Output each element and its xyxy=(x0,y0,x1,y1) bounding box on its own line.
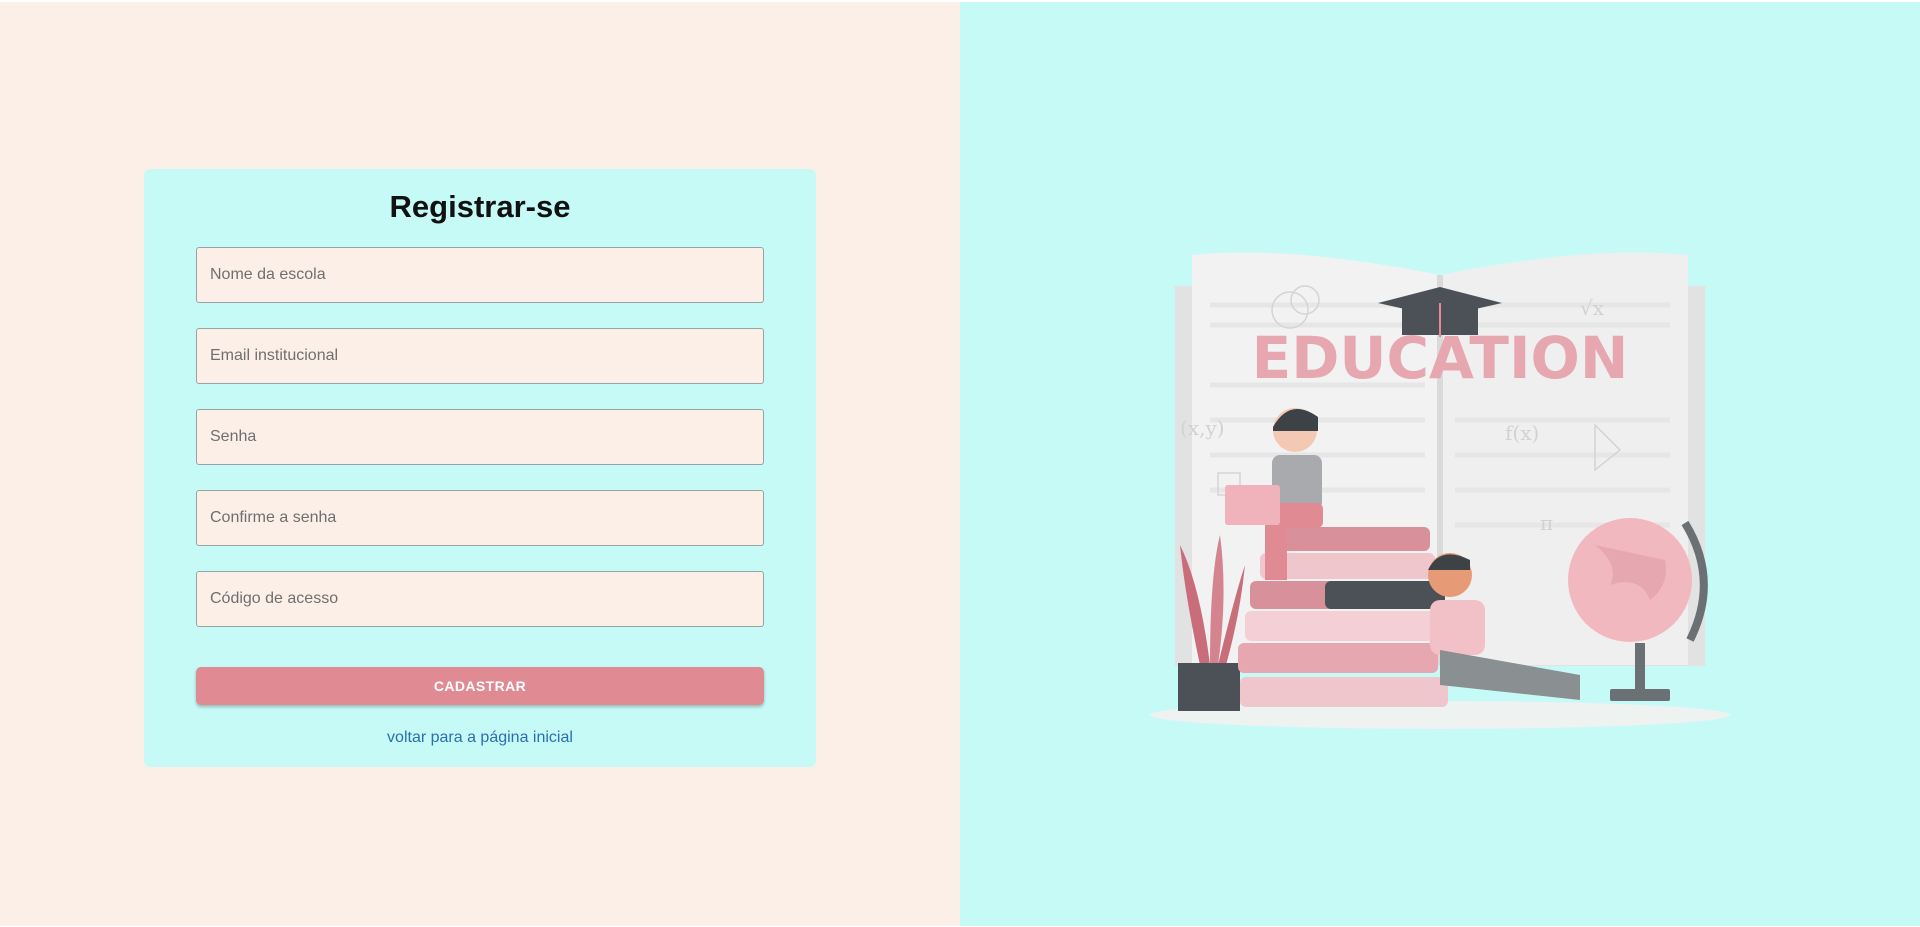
svg-text:(x,y): (x,y) xyxy=(1180,416,1225,440)
register-card: Registrar-se CADASTRAR voltar para a pág… xyxy=(144,169,816,767)
page-title: Registrar-se xyxy=(389,189,571,224)
education-word-art: EDUCATION xyxy=(1252,324,1629,392)
register-button[interactable]: CADASTRAR xyxy=(196,667,764,705)
password-input[interactable] xyxy=(196,409,764,465)
back-to-home-link[interactable]: voltar para a página inicial xyxy=(144,729,816,747)
institutional-email-input[interactable] xyxy=(196,328,764,384)
form-panel: Registrar-se CADASTRAR voltar para a pág… xyxy=(0,2,960,926)
svg-text:f(x): f(x) xyxy=(1505,421,1539,445)
access-code-input[interactable] xyxy=(196,571,764,627)
confirm-password-input[interactable] xyxy=(196,490,764,546)
school-name-input[interactable] xyxy=(196,247,764,303)
svg-text:π: π xyxy=(1540,511,1553,535)
svg-text:√x: √x xyxy=(1580,296,1605,320)
education-illustration: √x f(x) (x,y) π EDUCATION xyxy=(1150,252,1730,729)
register-page: Registrar-se CADASTRAR voltar para a pág… xyxy=(0,0,1920,927)
